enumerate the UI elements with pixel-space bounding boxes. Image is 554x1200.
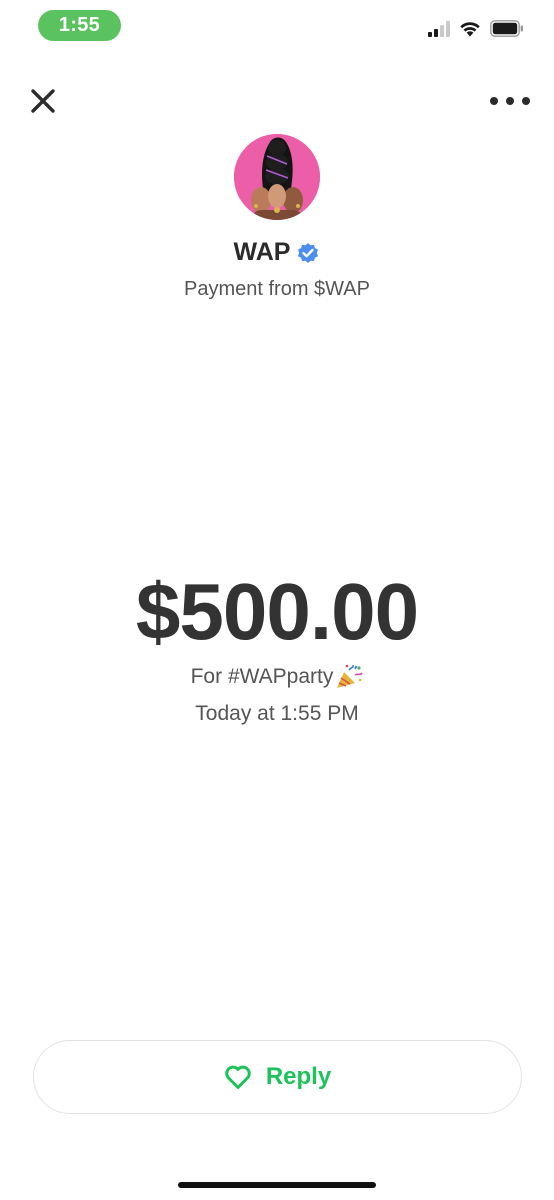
payment-note: For #WAPparty xyxy=(190,665,334,688)
sender-name: WAP xyxy=(233,238,291,266)
wifi-icon xyxy=(460,21,480,36)
close-button[interactable] xyxy=(26,84,60,118)
status-time[interactable]: 1:55 xyxy=(38,10,121,41)
heart-outline-icon xyxy=(225,1065,251,1089)
reply-label: Reply xyxy=(265,1063,332,1090)
sender-name-row: WAP xyxy=(0,238,554,267)
reply-button[interactable]: Reply xyxy=(33,1040,522,1114)
battery-icon xyxy=(490,20,523,37)
payment-note-row: For #WAPparty xyxy=(0,664,554,690)
party-popper-icon xyxy=(337,664,364,688)
sender-avatar[interactable] xyxy=(234,134,320,220)
payment-timestamp: Today at 1:55 PM xyxy=(195,702,359,725)
more-options-button[interactable] xyxy=(490,88,530,114)
payment-amount: $500.00 xyxy=(135,567,419,656)
payment-subtitle: Payment from $WAP xyxy=(184,278,370,300)
close-icon xyxy=(31,89,55,113)
status-icons xyxy=(428,20,524,37)
status-bar: 1:55 xyxy=(0,0,554,54)
more-options-icon xyxy=(490,97,498,105)
payment-detail-screen: 1:55 WAP Payment from $WAP $500.00 For #… xyxy=(0,0,554,1200)
avatar-artwork xyxy=(234,134,320,220)
verified-badge-icon xyxy=(298,242,319,263)
cellular-signal-icon xyxy=(428,20,450,37)
home-indicator[interactable] xyxy=(178,1182,376,1188)
